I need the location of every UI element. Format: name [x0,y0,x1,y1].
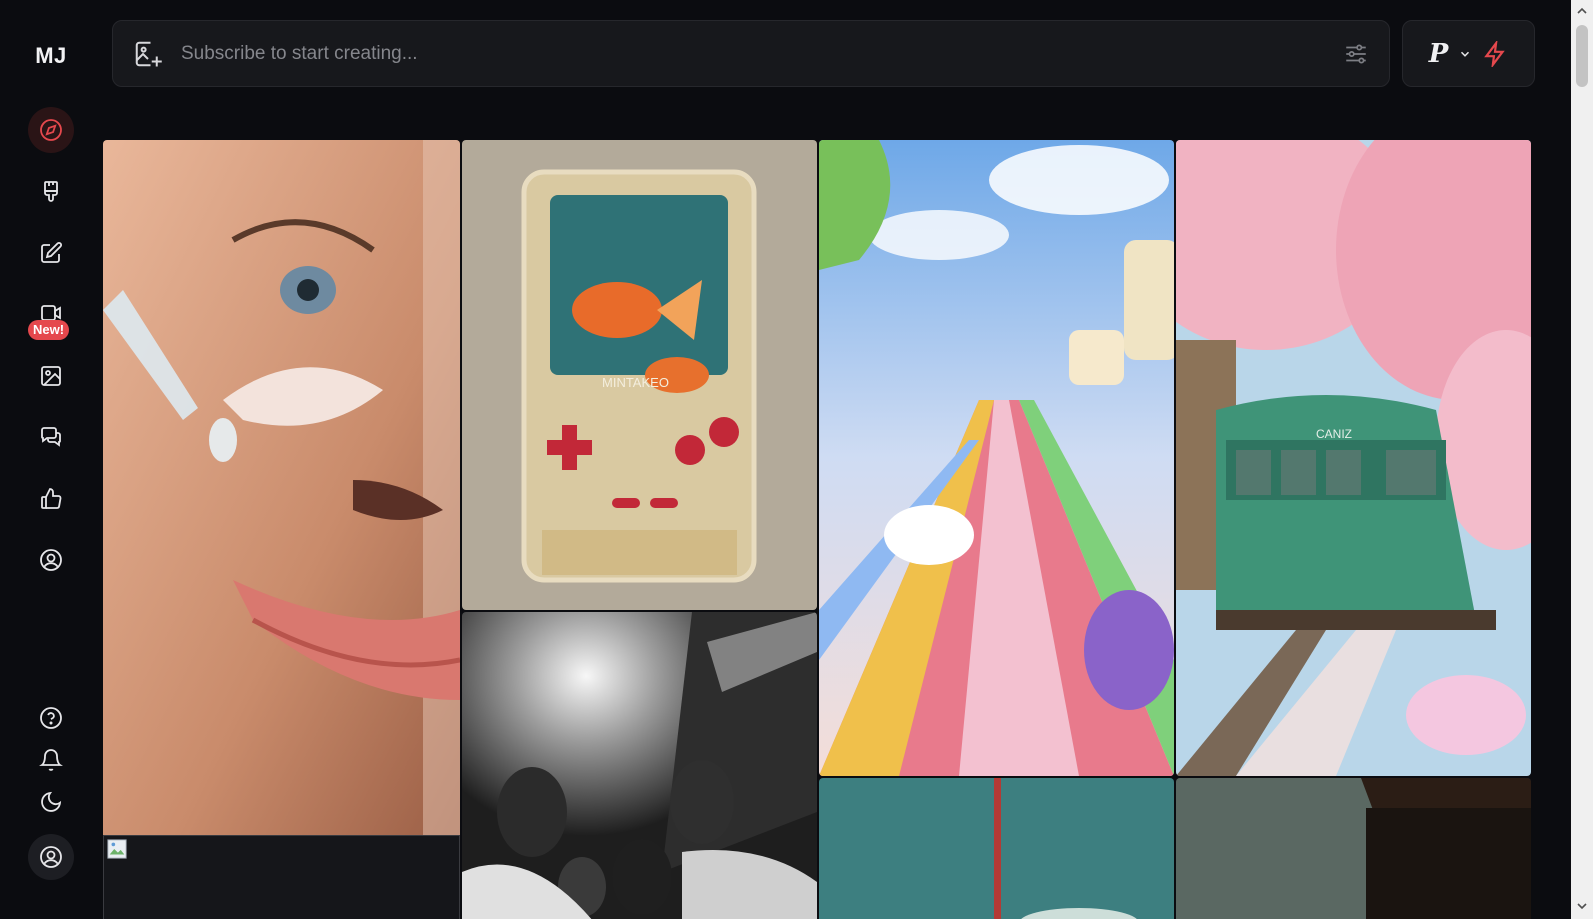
sidebar-item-create[interactable] [28,168,74,214]
settings-sliders-icon[interactable] [1343,41,1369,67]
sidebar-item-edit[interactable] [28,230,74,276]
gallery-image-sky-pole[interactable] [819,778,1174,919]
image-gallery: MINTAKEO CANIZ [103,140,1554,919]
plan-letter: P [1428,38,1449,69]
new-badge: New! [28,320,70,340]
sidebar-item-chat[interactable] [28,414,74,460]
lightning-icon[interactable] [1482,40,1508,67]
thumbs-up-icon [41,488,62,509]
scroll-down-icon[interactable] [1576,900,1588,912]
theme-toggle[interactable] [28,779,74,825]
gallery-image-rain[interactable] [1176,778,1531,919]
tram-image: CANIZ [1176,140,1531,776]
account-icon [40,846,62,868]
moon-icon [41,791,62,812]
gallery-image-rainbow-road[interactable] [819,140,1174,776]
account-button[interactable] [28,834,74,880]
gallery-image-broken[interactable] [103,835,460,919]
gallery-image-goldfish-console[interactable]: MINTAKEO [462,140,817,610]
edit-pencil-icon [41,242,62,263]
question-icon [40,707,62,729]
bell-icon [39,749,63,771]
console-brand-text: MINTAKEO [602,375,669,390]
sidebar-item-explore[interactable] [28,107,74,153]
sidebar-item-organize[interactable] [28,353,74,399]
broken-image-icon [107,839,127,859]
monochrome-image [462,612,817,919]
scroll-thumb[interactable] [1576,25,1588,87]
rain-image [1176,778,1531,919]
chat-bubbles-icon [41,427,61,447]
user-circle-icon [40,549,62,571]
gallery-image-tram[interactable]: CANIZ [1176,140,1531,776]
sidebar-item-profile[interactable] [28,537,74,583]
plan-selector[interactable]: P [1402,20,1535,87]
chevron-down-icon [1461,51,1470,57]
paintbrush-icon [44,181,58,202]
help-button[interactable] [28,695,74,741]
gallery-image-face[interactable] [103,140,460,842]
face-image [103,140,460,842]
goldfish-console-image: MINTAKEO [462,140,817,610]
rainbow-road-image [819,140,1174,776]
app-root: MJ New! Subscribe to start creating... P… [0,0,1593,919]
tram-sign-text: CANIZ [1316,427,1352,441]
gallery-image-monochrome[interactable] [462,612,817,919]
prompt-input[interactable] [181,42,1343,65]
sky-pole-image [819,778,1174,919]
scroll-up-icon[interactable] [1576,5,1588,17]
sidebar: MJ New! [0,0,101,919]
image-icon [41,366,61,386]
image-upload-icon[interactable] [133,39,163,69]
logo[interactable]: MJ [30,43,72,69]
prompt-bar [112,20,1390,87]
compass-icon [40,119,62,141]
sidebar-item-rank[interactable] [28,476,74,522]
notifications-button[interactable] [28,737,74,783]
page-scrollbar[interactable] [1571,0,1593,919]
